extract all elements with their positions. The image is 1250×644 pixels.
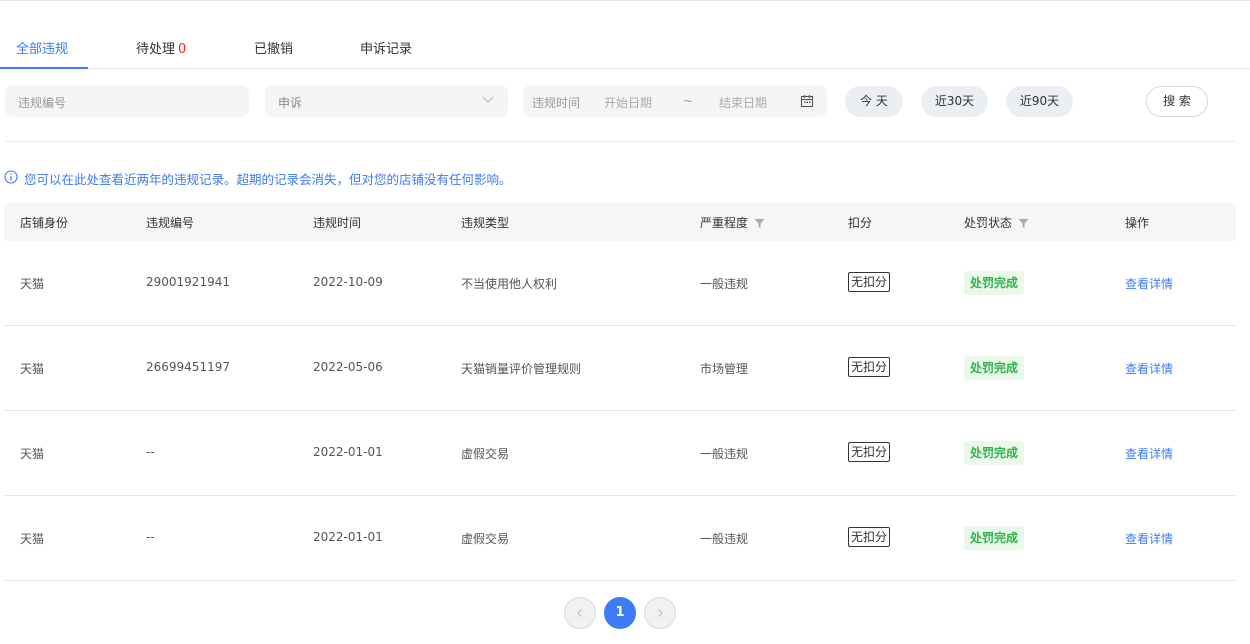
next-page-button[interactable] — [644, 597, 676, 629]
view-details-link[interactable]: 查看详情 — [1125, 530, 1173, 547]
view-details-link[interactable]: 查看详情 — [1125, 275, 1173, 292]
status-badge: 处罚完成 — [964, 441, 1025, 465]
cell-severity: 市场管理 — [700, 362, 749, 376]
current-page-button[interactable]: 1 — [604, 597, 636, 629]
info-icon — [4, 170, 18, 184]
deduction-tag: 无扣分 — [848, 357, 891, 377]
notice-text: 您可以在此处查看近两年的违规记录。超期的记录会消失，但对您的店铺没有任何影响。 — [24, 172, 512, 187]
tab-pending[interactable]: 待处理 0 — [136, 38, 186, 57]
date-range-separator: ~ — [683, 94, 694, 108]
chevron-right-icon — [658, 609, 663, 617]
cell-violation-time: 2022-01-01 — [313, 530, 383, 544]
chevron-left-icon — [577, 609, 582, 617]
cell-shop: 天猫 — [20, 532, 45, 546]
tab-pending-label: 待处理 — [136, 42, 176, 57]
cell-violation-no: 29001921941 — [146, 275, 230, 289]
end-date-input[interactable]: 结束日期 — [719, 94, 767, 111]
quick-90-days-button[interactable]: 近90天 — [1006, 86, 1073, 117]
tab-revoked[interactable]: 已撤销 — [254, 38, 293, 57]
violation-date-range[interactable]: 违规时间 开始日期 ~ 结束日期 — [523, 85, 827, 117]
cell-violation-no: -- — [146, 445, 155, 459]
col-severity-label: 严重程度 — [700, 216, 749, 230]
col-violation-time: 违规时间 — [313, 216, 362, 230]
col-violation-type: 违规类型 — [461, 216, 510, 230]
cell-shop: 天猫 — [20, 277, 45, 291]
view-details-link[interactable]: 查看详情 — [1125, 360, 1173, 377]
violation-no-input[interactable]: 违规编号 — [5, 85, 249, 117]
cell-violation-time: 2022-05-06 — [313, 360, 383, 374]
status-badge: 处罚完成 — [964, 356, 1025, 380]
tab-pending-count: 0 — [178, 42, 187, 57]
divider — [5, 141, 1236, 142]
top-border — [0, 0, 1250, 1]
calendar-icon[interactable] — [800, 94, 814, 108]
prev-page-button[interactable] — [564, 597, 596, 629]
quick-30-days-button[interactable]: 近30天 — [921, 86, 988, 117]
appeal-select[interactable]: 申诉 — [265, 85, 508, 117]
table-row: 天猫 -- 2022-01-01 虚假交易 一般违规 无扣分 处罚完成 查看详情 — [4, 411, 1236, 496]
appeal-select-value: 申诉 — [278, 96, 303, 110]
cell-shop: 天猫 — [20, 447, 45, 461]
deduction-tag: 无扣分 — [848, 272, 891, 292]
status-badge: 处罚完成 — [964, 271, 1025, 295]
table-body: 天猫 29001921941 2022-10-09 不当使用他人权利 一般违规 … — [4, 241, 1236, 581]
cell-violation-type: 天猫销量评价管理规则 — [461, 362, 582, 376]
view-details-link[interactable]: 查看详情 — [1125, 445, 1173, 462]
cell-severity: 一般违规 — [700, 277, 749, 291]
date-range-label: 违规时间 — [532, 96, 581, 110]
col-violation-no: 违规编号 — [146, 216, 195, 230]
cell-violation-type: 不当使用他人权利 — [461, 277, 558, 291]
col-penalty-status: 处罚状态 — [964, 214, 1029, 231]
deduction-tag: 无扣分 — [848, 527, 891, 547]
quick-today-button[interactable]: 今 天 — [845, 86, 903, 117]
status-badge: 处罚完成 — [964, 526, 1025, 550]
cell-violation-type: 虚假交易 — [461, 447, 510, 461]
cell-violation-type: 虚假交易 — [461, 532, 510, 546]
tab-appeal-records[interactable]: 申诉记录 — [360, 38, 412, 57]
cell-severity: 一般违规 — [700, 532, 749, 546]
col-shop-identity: 店铺身份 — [20, 216, 69, 230]
table-row: 天猫 -- 2022-01-01 虚假交易 一般违规 无扣分 处罚完成 查看详情 — [4, 496, 1236, 581]
tab-all-violations[interactable]: 全部违规 — [16, 38, 68, 57]
cell-violation-no: 26699451197 — [146, 360, 230, 374]
col-deduction: 扣分 — [848, 216, 873, 230]
table-row: 天猫 26699451197 2022-05-06 天猫销量评价管理规则 市场管… — [4, 326, 1236, 411]
violations-table: 店铺身份 违规编号 违规时间 违规类型 严重程度 扣分 处罚状态 操作 天猫 2… — [4, 203, 1236, 581]
start-date-input[interactable]: 开始日期 — [604, 94, 652, 111]
deduction-tag: 无扣分 — [848, 442, 891, 462]
violation-no-placeholder: 违规编号 — [18, 96, 67, 110]
filter-icon[interactable] — [754, 218, 765, 229]
col-severity: 严重程度 — [700, 214, 765, 231]
col-operation: 操作 — [1125, 216, 1150, 230]
cell-violation-no: -- — [146, 530, 155, 544]
chevron-down-icon — [482, 93, 494, 105]
tab-bar: 全部违规 待处理 0 已撤销 申诉记录 — [0, 28, 1250, 69]
active-tab-indicator — [0, 67, 88, 69]
table-row: 天猫 29001921941 2022-10-09 不当使用他人权利 一般违规 … — [4, 241, 1236, 326]
col-penalty-status-label: 处罚状态 — [964, 216, 1013, 230]
cell-violation-time: 2022-01-01 — [313, 445, 383, 459]
table-header: 店铺身份 违规编号 违规时间 违规类型 严重程度 扣分 处罚状态 操作 — [4, 203, 1236, 241]
cell-violation-time: 2022-10-09 — [313, 275, 383, 289]
filter-icon[interactable] — [1018, 218, 1029, 229]
cell-shop: 天猫 — [20, 362, 45, 376]
search-button[interactable]: 搜 索 — [1146, 86, 1208, 117]
cell-severity: 一般违规 — [700, 447, 749, 461]
